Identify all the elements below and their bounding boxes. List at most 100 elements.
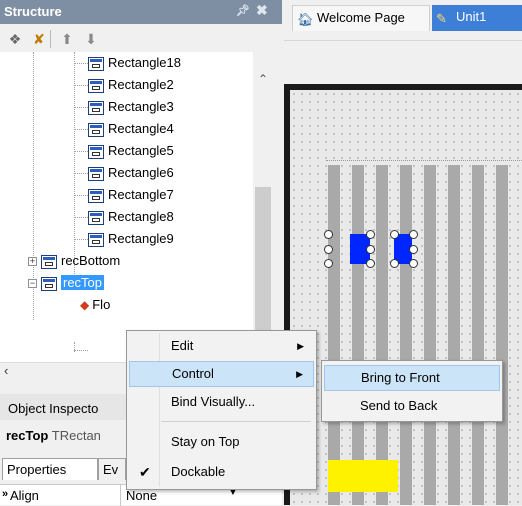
resize-handle[interactable] xyxy=(390,259,399,268)
float-animation-icon: ◆ xyxy=(80,298,90,312)
pin-icon[interactable]: 📌︎ xyxy=(236,4,250,17)
tree-item[interactable]: + recBottom xyxy=(28,250,120,272)
menu-item-bring-to-front[interactable]: Bring to Front xyxy=(324,365,500,391)
menu-separator xyxy=(161,421,311,422)
expand-marker-icon: » xyxy=(2,488,9,500)
move-down-icon[interactable]: ⬇ xyxy=(80,29,102,49)
resize-handle[interactable] xyxy=(324,230,333,239)
menu-item-label: Bring to Front xyxy=(361,370,440,385)
menu-item-edit[interactable]: Edit ▶ xyxy=(129,333,314,359)
tree-item[interactable]: Rectangle8 xyxy=(88,206,174,228)
tab-welcome-page[interactable]: 🏠︎ Welcome Page xyxy=(292,5,430,31)
toolbar-separator xyxy=(50,30,51,48)
rectangle-shape[interactable] xyxy=(448,165,460,505)
rectangle-shape[interactable] xyxy=(352,165,364,505)
tree-item[interactable]: Rectangle4 xyxy=(88,118,174,140)
delete-icon[interactable]: ✘ xyxy=(28,29,50,49)
scroll-left-icon[interactable]: ‹ xyxy=(4,363,8,378)
tree-item[interactable]: Rectangle5 xyxy=(88,140,174,162)
tree-item[interactable]: Rectangle2 xyxy=(88,74,174,96)
resize-handle[interactable] xyxy=(409,245,418,254)
move-up-icon[interactable]: ⬆ xyxy=(56,29,78,49)
tree-item[interactable]: Rectangle18 xyxy=(88,52,181,74)
tree-guide xyxy=(74,107,88,108)
menu-item-label: Control xyxy=(172,366,214,381)
scroll-up-icon[interactable]: ⌃ xyxy=(253,72,273,86)
rectangle-component-icon xyxy=(88,232,104,247)
rectangle-component-icon xyxy=(88,100,104,115)
structure-header: Structure 📌︎ ✖ xyxy=(0,0,282,24)
rectangle-shape[interactable] xyxy=(400,165,412,505)
menu-item-dockable[interactable]: ✔ Dockable xyxy=(129,459,314,485)
tree-guide xyxy=(74,85,88,86)
rectangle-shape[interactable] xyxy=(328,165,340,505)
resize-handle[interactable] xyxy=(390,230,399,239)
tree-item-label: Rectangle5 xyxy=(108,143,174,158)
submenu-arrow-icon: ▶ xyxy=(296,369,303,379)
unit-form-icon: ✎ xyxy=(436,10,447,26)
menu-item-send-to-back[interactable]: Send to Back xyxy=(324,393,500,419)
submenu-arrow-icon: ▶ xyxy=(297,341,304,351)
menu-item-label: Dockable xyxy=(171,464,226,479)
menu-item-label: Edit xyxy=(171,338,194,353)
tab-label: Welcome Page xyxy=(317,10,405,25)
tree-item-label: Rectangle8 xyxy=(108,209,174,224)
rectangle-component-icon xyxy=(88,166,104,181)
resize-handle[interactable] xyxy=(366,259,375,268)
menu-item-control[interactable]: Control ▶ xyxy=(129,361,314,387)
tab-properties[interactable]: Properties xyxy=(2,458,98,480)
control-submenu: Bring to Front Send to Back xyxy=(321,360,503,422)
tree-item-label: Rectangle2 xyxy=(108,77,174,92)
menu-item-stay-on-top[interactable]: Stay on Top xyxy=(129,429,314,455)
resize-handle[interactable] xyxy=(409,230,418,239)
tree-item-selected[interactable]: − recTop xyxy=(28,272,105,294)
object-type: TRectan xyxy=(51,428,101,443)
close-icon[interactable]: ✖ xyxy=(256,2,268,19)
rectangle-shape[interactable] xyxy=(424,165,436,505)
menu-item-bind-visually[interactable]: Bind Visually... xyxy=(129,389,314,415)
tab-label: Properties xyxy=(7,462,67,477)
resize-handle[interactable] xyxy=(366,245,375,254)
resize-handle[interactable] xyxy=(409,259,418,268)
structure-tree[interactable]: Rectangle18 Rectangle2 Rectangle3 Rectan… xyxy=(0,52,272,362)
tree-item[interactable]: Rectangle6 xyxy=(88,162,174,184)
tree-item-label: Rectangle18 xyxy=(108,55,181,70)
tree-item-label: recBottom xyxy=(61,253,121,268)
tree-item-label: Rectangle3 xyxy=(108,99,174,114)
structure-title: Structure xyxy=(4,4,62,19)
property-value[interactable]: None xyxy=(126,488,157,503)
tree-item[interactable]: Rectangle9 xyxy=(88,228,174,250)
yellow-rectangle[interactable] xyxy=(328,460,398,492)
expand-icon[interactable]: + xyxy=(28,257,37,267)
tree-item[interactable]: ◆ Flo xyxy=(80,294,110,316)
menu-item-label: Bind Visually... xyxy=(171,394,256,409)
tree-vertical-scrollbar[interactable]: ⌃ xyxy=(253,52,273,362)
tab-label: Unit1 xyxy=(456,9,487,24)
rectangle-component-icon xyxy=(41,276,57,291)
rectangle-component-icon xyxy=(88,210,104,225)
rectangle-shape[interactable] xyxy=(496,165,508,505)
resize-handle[interactable] xyxy=(366,230,375,239)
collapse-node-icon[interactable]: − xyxy=(28,279,37,289)
tree-guide xyxy=(74,217,88,218)
property-name: Align xyxy=(10,488,39,503)
tab-events[interactable]: Ev xyxy=(98,458,126,480)
tree-guide xyxy=(74,173,88,174)
tree-item[interactable]: Rectangle3 xyxy=(88,96,174,118)
tree-item[interactable]: Rectangle7 xyxy=(88,184,174,206)
column-divider xyxy=(120,485,121,506)
rectangle-component-icon xyxy=(88,122,104,137)
checkmark-icon: ✔ xyxy=(139,464,151,480)
tab-unit1[interactable]: ✎ Unit1 xyxy=(432,5,522,31)
tree-guide xyxy=(74,129,88,130)
context-menu: Edit ▶ Control ▶ Bind Visually... Stay o… xyxy=(126,330,317,490)
rectangle-shape[interactable] xyxy=(472,165,484,505)
tree-item-label: Rectangle4 xyxy=(108,121,174,136)
resize-handle[interactable] xyxy=(324,259,333,268)
rectangle-shape[interactable] xyxy=(376,165,388,505)
structure-toolbar: ❖ ✘ ⬆ ⬇ xyxy=(0,26,282,52)
tree-item-label: Flo xyxy=(92,297,111,312)
resize-handle[interactable] xyxy=(324,245,333,254)
collapse-icon[interactable]: ❖ xyxy=(4,29,26,49)
tree-item-label: Rectangle7 xyxy=(108,187,174,202)
